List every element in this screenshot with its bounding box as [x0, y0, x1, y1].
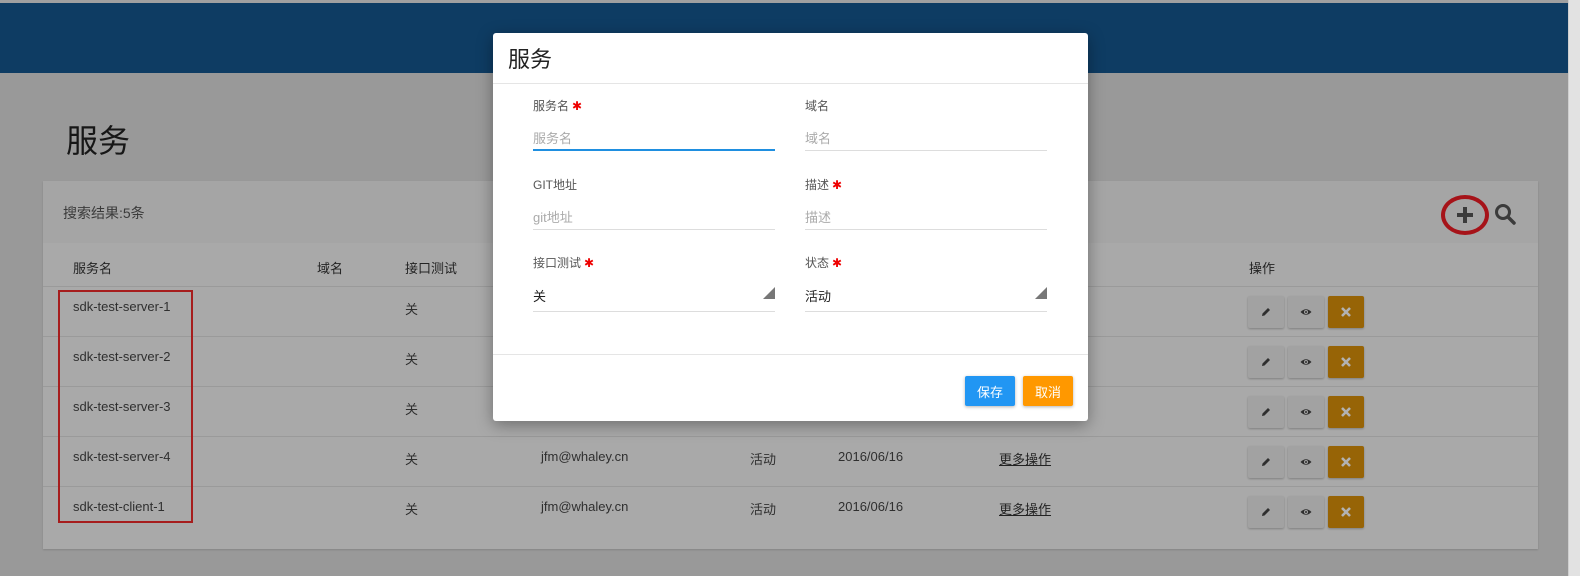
api-test-label: 接口测试 ✱ — [533, 256, 595, 270]
modal-divider — [493, 83, 1088, 84]
cancel-button[interactable]: 取消 — [1023, 376, 1073, 406]
git-label: GIT地址 — [533, 178, 577, 192]
service-name-label: 服务名 ✱ — [533, 99, 583, 113]
service-name-field: 服务名 ✱ — [533, 97, 775, 151]
required-marker: ✱ — [832, 256, 843, 270]
git-field: GIT地址 — [533, 176, 775, 230]
status-label: 状态 ✱ — [805, 256, 843, 270]
dropdown-triangle-icon — [1035, 287, 1047, 299]
api-test-field: 接口测试 ✱ 关 — [533, 254, 775, 312]
domain-input[interactable] — [805, 127, 1047, 151]
domain-label: 域名 — [805, 99, 830, 113]
description-input[interactable] — [805, 206, 1047, 230]
description-field: 描述 ✱ — [805, 176, 1047, 230]
modal-divider — [493, 354, 1088, 355]
api-test-select[interactable]: 关 — [533, 284, 775, 312]
status-value: 活动 — [805, 289, 832, 304]
domain-field: 域名 — [805, 97, 1047, 151]
description-label: 描述 ✱ — [805, 178, 843, 192]
service-name-input[interactable] — [533, 127, 775, 151]
required-marker: ✱ — [832, 178, 843, 192]
modal-title: 服务 — [508, 47, 553, 72]
api-test-value: 关 — [533, 289, 547, 304]
status-field: 状态 ✱ 活动 — [805, 254, 1047, 312]
service-modal: 服务 服务名✱ 域名 GIT地址 描述✱ 接口测试✱ 关 状态✱ 活动 保存 取… — [493, 33, 1088, 421]
required-marker: ✱ — [584, 256, 595, 270]
git-input[interactable] — [533, 206, 775, 230]
dropdown-triangle-icon — [763, 287, 775, 299]
required-marker: ✱ — [572, 99, 583, 113]
scrollbar[interactable] — [1568, 0, 1580, 576]
status-select[interactable]: 活动 — [805, 284, 1047, 312]
save-button[interactable]: 保存 — [965, 376, 1015, 406]
